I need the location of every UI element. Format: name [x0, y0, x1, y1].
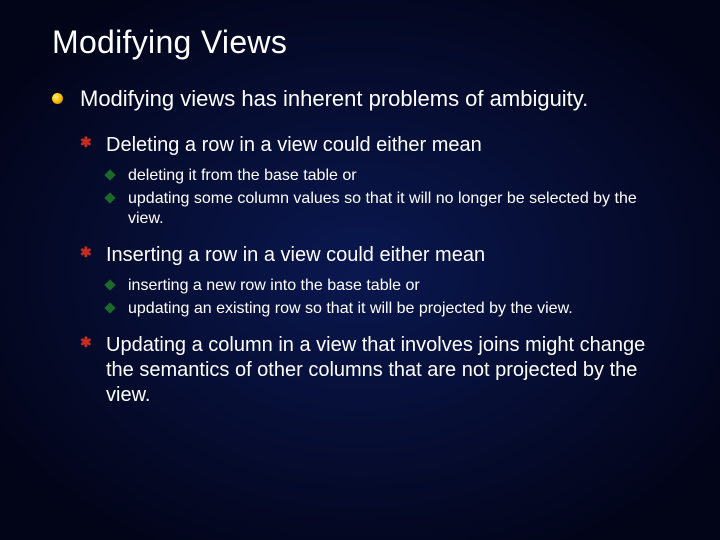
- list-item: deleting it from the base table or: [106, 166, 668, 186]
- list-item: Deleting a row in a view could either me…: [80, 133, 668, 229]
- bullet-list-level2: Deleting a row in a view could either me…: [80, 133, 668, 408]
- list-item: Modifying views has inherent problems of…: [52, 85, 668, 408]
- bullet-text: Modifying views has inherent problems of…: [80, 86, 588, 111]
- bullet-text: updating an existing row so that it will…: [128, 300, 573, 317]
- slide: Modifying Views Modifying views has inhe…: [0, 0, 720, 540]
- list-item: updating some column values so that it w…: [106, 189, 668, 229]
- list-item: Updating a column in a view that involve…: [80, 333, 668, 408]
- list-item: updating an existing row so that it will…: [106, 299, 668, 319]
- bullet-text: inserting a new row into the base table …: [128, 277, 420, 294]
- bullet-text: deleting it from the base table or: [128, 167, 357, 184]
- bullet-text: Deleting a row in a view could either me…: [106, 134, 482, 156]
- bullet-text: Updating a column in a view that involve…: [106, 334, 645, 406]
- bullet-list-level1: Modifying views has inherent problems of…: [52, 85, 668, 408]
- page-title: Modifying Views: [52, 24, 668, 61]
- bullet-text: Inserting a row in a view could either m…: [106, 244, 485, 266]
- bullet-list-level3: inserting a new row into the base table …: [106, 276, 668, 319]
- bullet-list-level3: deleting it from the base table or updat…: [106, 166, 668, 229]
- list-item: inserting a new row into the base table …: [106, 276, 668, 296]
- list-item: Inserting a row in a view could either m…: [80, 243, 668, 319]
- bullet-text: updating some column values so that it w…: [128, 190, 637, 227]
